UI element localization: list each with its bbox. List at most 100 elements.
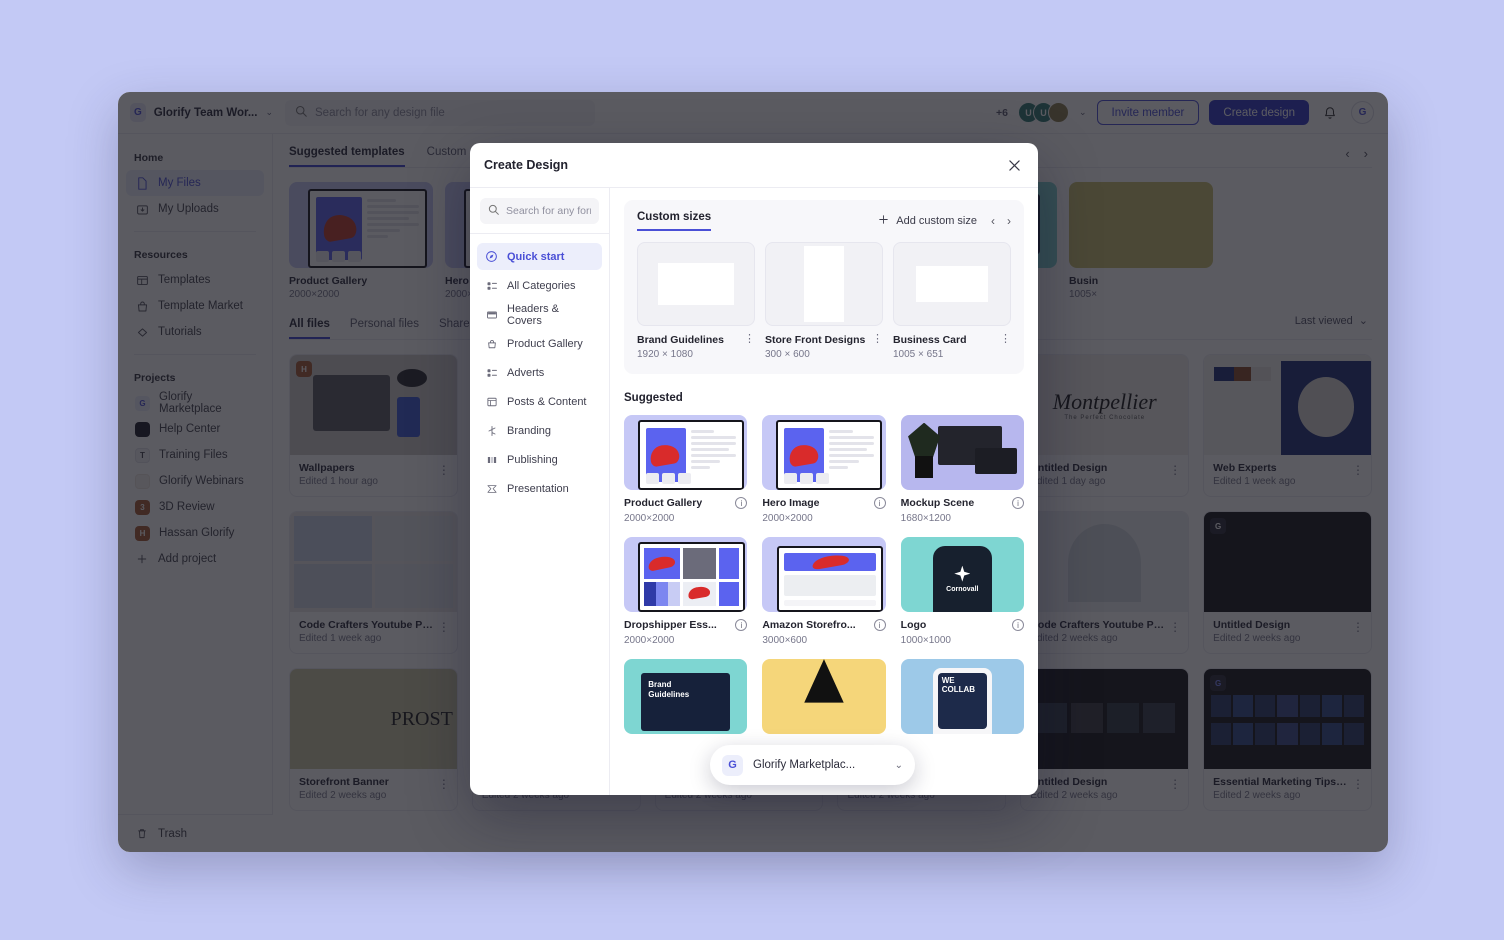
suggested-card[interactable]: Product Gallery i 2000×2000 — [624, 415, 747, 524]
file-menu-icon[interactable]: ⋮ — [1352, 621, 1364, 633]
info-icon[interactable]: i — [1012, 497, 1024, 509]
add-custom-size-button[interactable]: Add custom size — [878, 214, 977, 228]
suggested-name: Hero Image — [762, 497, 819, 509]
modal-nav-all-categories[interactable]: All Categories — [477, 272, 602, 299]
suggested-card[interactable]: Cornovall Logo i 1000×1000 — [901, 537, 1024, 646]
chevron-down-icon[interactable]: ⌄ — [1079, 107, 1087, 118]
suggested-card[interactable]: BrandGuidelines — [624, 659, 747, 734]
sidebar-item-templates[interactable]: Templates — [126, 267, 264, 293]
sidebar-item-training-files[interactable]: T Training Files — [126, 442, 264, 468]
info-icon[interactable]: i — [874, 619, 886, 631]
carousel-next-icon[interactable]: › — [1364, 146, 1368, 161]
sidebar-item-label: My Uploads — [158, 203, 219, 215]
carousel-prev-icon[interactable]: ‹ — [1345, 146, 1349, 161]
custom-size-menu-icon[interactable]: ⋮ — [996, 334, 1011, 345]
tab-suggested-templates[interactable]: Suggested templates — [289, 146, 405, 167]
file-menu-icon[interactable]: ⋮ — [1352, 778, 1364, 790]
modal-nav-branding[interactable]: Branding — [477, 417, 602, 444]
suggested-name: Amazon Storefro... — [762, 619, 855, 631]
file-menu-icon[interactable]: ⋮ — [1352, 464, 1364, 476]
custom-sizes-next-icon[interactable]: › — [1007, 214, 1011, 228]
file-card[interactable]: Code Crafters Youtube Pa... Edited 1 wee… — [289, 511, 458, 654]
custom-size-menu-icon[interactable]: ⋮ — [868, 334, 883, 345]
file-subtitle: Edited 1 week ago — [299, 633, 448, 644]
file-card[interactable]: PROST Storefront Banner Edited 2 weeks a… — [289, 668, 458, 811]
invite-member-button[interactable]: Invite member — [1097, 100, 1200, 125]
sidebar-item-label: My Files — [158, 177, 201, 189]
suggested-card[interactable]: Mockup Scene i 1680×1200 — [901, 415, 1024, 524]
info-icon[interactable]: i — [874, 497, 886, 509]
modal-nav-adverts[interactable]: Adverts — [477, 359, 602, 386]
modal-nav-publishing[interactable]: Publishing — [477, 446, 602, 473]
suggested-card[interactable]: Hero Image i 2000×2000 — [762, 415, 885, 524]
file-thumbnail: PROST — [290, 669, 457, 769]
file-card[interactable]: H Wallpapers Edited 1 hour ago ⋮ — [289, 354, 458, 497]
file-card[interactable]: G Essential Marketing Tips I... Edited 2… — [1203, 668, 1372, 811]
sidebar-item-hassan-glorify[interactable]: H Hassan Glorify — [126, 520, 264, 546]
modal-search[interactable] — [470, 188, 609, 234]
file-menu-icon[interactable]: ⋮ — [438, 778, 450, 790]
modal-nav-posts-content[interactable]: Posts & Content — [477, 388, 602, 415]
profile-avatar[interactable]: G — [1351, 101, 1374, 124]
custom-sizes-prev-icon[interactable]: ‹ — [991, 214, 995, 228]
modal-nav-label: Presentation — [507, 483, 569, 495]
info-icon[interactable]: i — [1012, 619, 1024, 631]
glorify-marketplace-pill[interactable]: G Glorify Marketplac... ⌄ — [710, 745, 915, 785]
custom-size-card[interactable]: Business Card 1005 × 651 ⋮ — [893, 242, 1011, 360]
close-icon[interactable] — [1004, 155, 1024, 175]
workspace-switcher[interactable]: G Glorify Team Wor... ⌄ — [118, 103, 273, 122]
search-input[interactable] — [315, 107, 585, 119]
template-card[interactable]: Product Gallery 2000×2000 — [289, 182, 433, 300]
file-card[interactable]: Code Crafters Youtube Pa... Edited 2 wee… — [1020, 511, 1189, 654]
avatar-group[interactable]: U U — [1018, 102, 1069, 123]
global-search[interactable] — [285, 100, 595, 126]
custom-size-card[interactable]: Brand Guidelines 1920 × 1080 ⋮ — [637, 242, 755, 360]
template-card[interactable]: Busin 1005× — [1069, 182, 1213, 300]
file-menu-icon[interactable]: ⋮ — [438, 464, 450, 476]
chevron-down-icon[interactable]: ⌄ — [895, 760, 903, 771]
create-design-button[interactable]: Create design — [1209, 100, 1309, 125]
suggested-card[interactable]: WECOLLAB — [901, 659, 1024, 734]
file-menu-icon[interactable]: ⋮ — [1169, 778, 1181, 790]
file-thumbnail — [290, 512, 457, 612]
custom-size-menu-icon[interactable]: ⋮ — [740, 334, 755, 345]
tab-all-files[interactable]: All files — [289, 318, 330, 339]
avatar[interactable] — [1048, 102, 1069, 123]
modal-main[interactable]: Custom sizes Add custom size ‹ › — [610, 188, 1038, 795]
info-icon[interactable]: i — [735, 497, 747, 509]
modal-nav-product-gallery[interactable]: Product Gallery — [477, 330, 602, 357]
sidebar-item-glorify-webinars[interactable]: Glorify Webinars — [126, 468, 264, 494]
sidebar-item-tutorials[interactable]: Tutorials — [126, 319, 264, 345]
sort-dropdown[interactable]: Last viewed ⌄ — [1295, 314, 1368, 327]
file-card[interactable]: Montpellier The Perfect Chocolate Untitl… — [1020, 354, 1189, 497]
info-icon[interactable]: i — [735, 619, 747, 631]
file-card[interactable]: G Untitled Design Edited 2 weeks ago ⋮ — [1203, 511, 1372, 654]
sidebar-item-label: Add project — [158, 553, 216, 565]
sidebar-item-my-files[interactable]: My Files — [126, 170, 264, 196]
sidebar-item-glorify-marketplace[interactable]: G Glorify Marketplace — [126, 390, 264, 416]
custom-size-card[interactable]: Store Front Designs 300 × 600 ⋮ — [765, 242, 883, 360]
file-menu-icon[interactable]: ⋮ — [438, 621, 450, 633]
modal-nav-quick-start[interactable]: Quick start — [477, 243, 602, 270]
sidebar-item-my-uploads[interactable]: My Uploads — [126, 196, 264, 222]
file-card[interactable]: Untitled Design Edited 2 weeks ago ⋮ — [1020, 668, 1189, 811]
trash-icon — [135, 827, 149, 841]
bell-icon[interactable] — [1319, 102, 1341, 124]
sidebar-add-project-button[interactable]: Add project — [126, 546, 264, 572]
suggested-card[interactable] — [762, 659, 885, 734]
modal-nav-presentation[interactable]: Presentation — [477, 475, 602, 502]
tab-personal-files[interactable]: Personal files — [350, 318, 419, 339]
file-card[interactable]: Web Experts Edited 1 week ago ⋮ — [1203, 354, 1372, 497]
sidebar-item-help-center[interactable]: Help Center — [126, 416, 264, 442]
modal-nav-headers-covers[interactable]: Headers & Covers — [477, 301, 602, 328]
add-custom-size-label: Add custom size — [896, 215, 977, 227]
file-menu-icon[interactable]: ⋮ — [1169, 464, 1181, 476]
suggested-card[interactable]: Dropshipper Ess... i 2000×2000 — [624, 537, 747, 646]
sidebar-item-template-market[interactable]: Template Market — [126, 293, 264, 319]
modal-search-input[interactable] — [506, 205, 591, 217]
file-menu-icon[interactable]: ⋮ — [1169, 621, 1181, 633]
tab-custom-sizes[interactable]: Custom sizes — [637, 211, 711, 231]
sidebar-item-3d-review[interactable]: 3 3D Review — [126, 494, 264, 520]
sidebar-item-trash[interactable]: Trash — [118, 814, 273, 852]
suggested-card[interactable]: Amazon Storefro... i 3000×600 — [762, 537, 885, 646]
